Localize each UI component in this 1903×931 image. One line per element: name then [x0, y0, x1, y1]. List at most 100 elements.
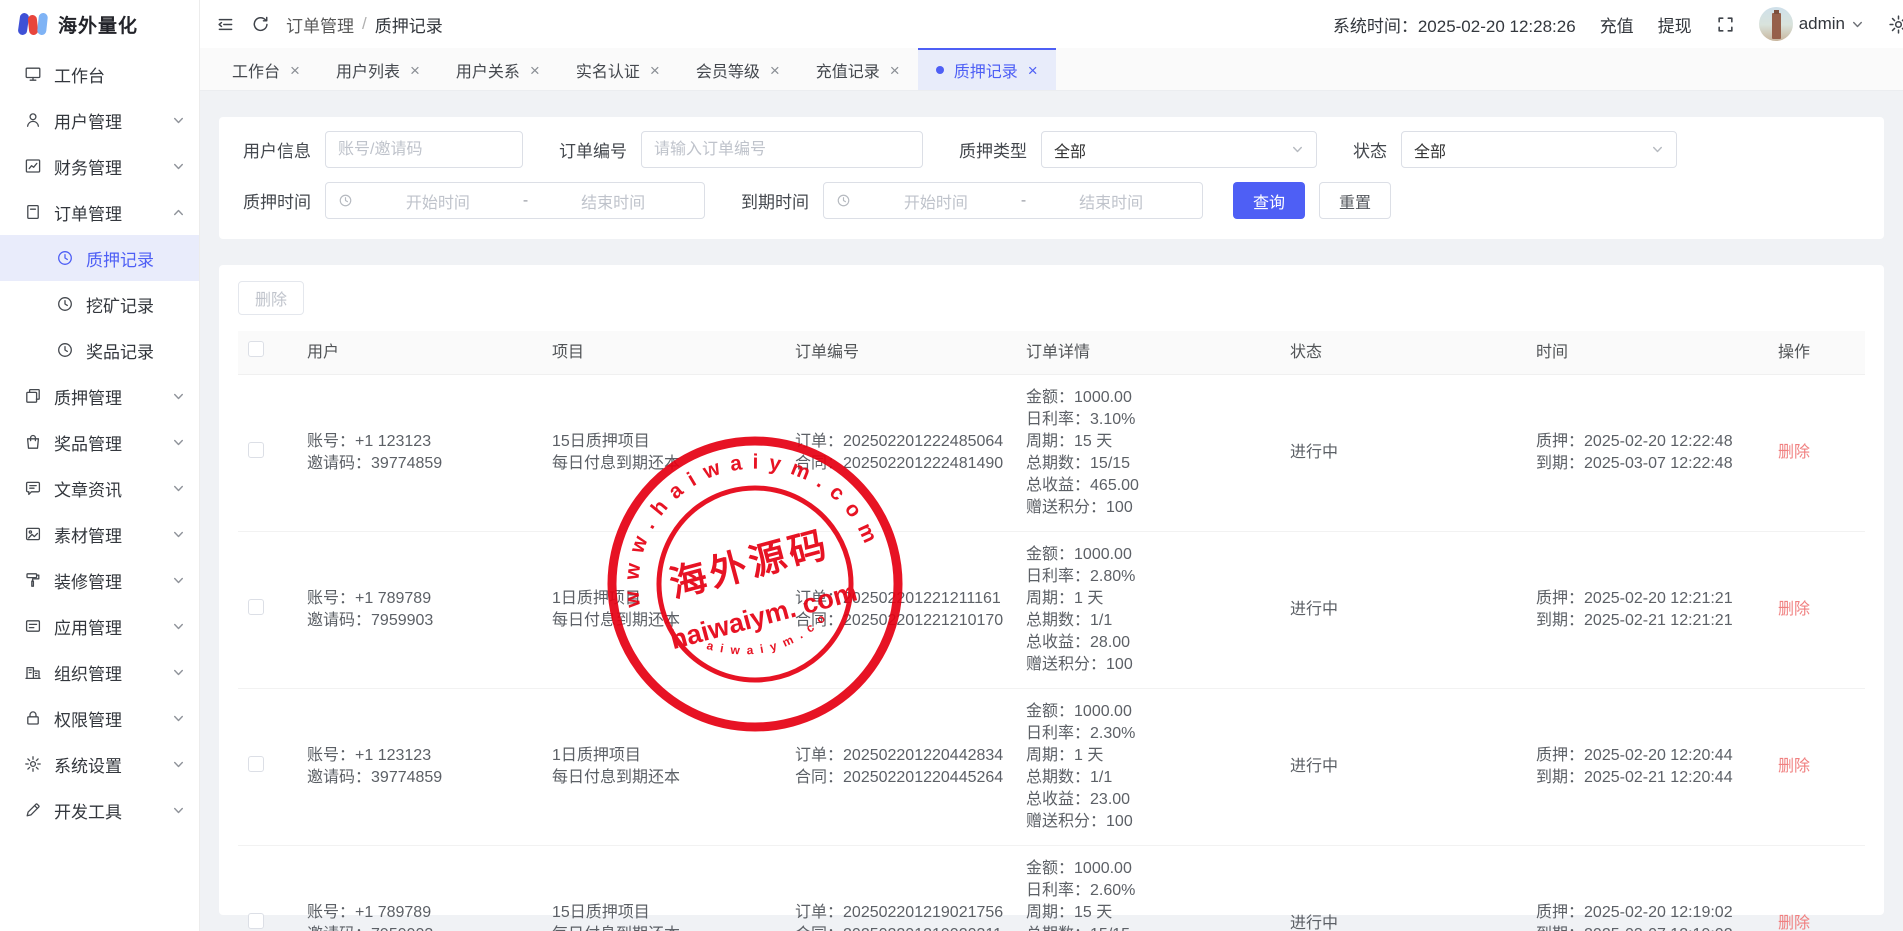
sidebar-item-user-mgmt[interactable]: 用户管理: [0, 97, 199, 143]
tab-label: 用户列表: [336, 58, 400, 82]
sidebar-item-pledge-records[interactable]: 质押记录: [0, 235, 199, 281]
sidebar-item-app-mgmt[interactable]: 应用管理: [0, 603, 199, 649]
pledge-time-end[interactable]: 结束时间: [534, 189, 692, 213]
close-icon[interactable]: ×: [530, 62, 540, 79]
query-button[interactable]: 查询: [1233, 182, 1305, 219]
project-cell: 15日质押项目 每日付息到期还本: [552, 431, 795, 475]
breadcrumb-level1[interactable]: 订单管理: [286, 12, 354, 37]
sidebar-item-system-settings[interactable]: 系统设置: [0, 741, 199, 787]
tab-user-list[interactable]: 用户列表 ×: [318, 48, 438, 90]
sidebar-item-decoration[interactable]: 装修管理: [0, 557, 199, 603]
pledge-time-range[interactable]: 开始时间 - 结束时间: [325, 182, 705, 219]
batch-delete-button[interactable]: 删除: [238, 281, 304, 315]
settings-gear-icon[interactable]: [1888, 14, 1903, 35]
user-cell: 账号：+1 789789 邀请码：7959903: [307, 902, 552, 931]
delete-row-link[interactable]: 删除: [1778, 601, 1810, 618]
sidebar-item-dev-tools[interactable]: 开发工具: [0, 787, 199, 833]
col-order-detail: 订单详情: [1026, 342, 1290, 364]
chevron-down-icon: [1651, 143, 1664, 156]
row-checkbox[interactable]: [248, 913, 264, 929]
sidebar: 海外量化 工作台 用户管理 财务管理 订单管理 质押记录 挖矿记录 奖品记录: [0, 0, 200, 931]
close-icon[interactable]: ×: [290, 62, 300, 79]
collapse-menu-icon[interactable]: [216, 15, 235, 34]
sidebar-item-org-mgmt[interactable]: 组织管理: [0, 649, 199, 695]
chevron-down-icon: [172, 482, 185, 495]
pledge-time-start[interactable]: 开始时间: [359, 189, 517, 213]
tab-user-relation[interactable]: 用户关系 ×: [438, 48, 558, 90]
user-cell: 账号：+1 123123 邀请码：39774859: [307, 745, 552, 789]
chevron-down-icon: [172, 620, 185, 633]
sidebar-item-workbench[interactable]: 工作台: [0, 51, 199, 97]
chevron-down-icon: [172, 712, 185, 725]
active-tab-dot: [936, 66, 944, 74]
tab-member-level[interactable]: 会员等级 ×: [678, 48, 798, 90]
close-icon[interactable]: ×: [890, 62, 900, 79]
sidebar-item-finance-mgmt[interactable]: 财务管理: [0, 143, 199, 189]
order-no-cell: 订单：202502201221211161 合同：202502201221210…: [795, 588, 1026, 632]
system-time-label: 系统时间：: [1333, 17, 1418, 36]
row-checkbox[interactable]: [248, 756, 264, 772]
row-checkbox[interactable]: [248, 599, 264, 615]
username: admin: [1799, 14, 1845, 34]
order-no-cell: 订单：202502201219021756 合同：202502201219020…: [795, 902, 1026, 931]
breadcrumb-separator: /: [362, 14, 367, 34]
appwin-icon: [24, 617, 42, 635]
fullscreen-icon[interactable]: [1716, 15, 1735, 34]
range-separator: -: [1015, 192, 1032, 210]
tab-pledge-records[interactable]: 质押记录 ×: [918, 48, 1056, 90]
clock-icon: [56, 249, 74, 267]
status-cell: 进行中: [1290, 913, 1536, 931]
sidebar-item-prize-records[interactable]: 奖品记录: [0, 327, 199, 373]
delete-row-link[interactable]: 删除: [1778, 444, 1810, 461]
expire-time-range[interactable]: 开始时间 - 结束时间: [823, 182, 1203, 219]
col-order-no: 订单编号: [795, 342, 1026, 364]
tab-label: 充值记录: [816, 58, 880, 82]
time-cell: 质押：2025-02-20 12:21:21 到期：2025-02-21 12:…: [1536, 588, 1778, 632]
sidebar-item-pledge-mgmt[interactable]: 质押管理: [0, 373, 199, 419]
select-all-checkbox[interactable]: [248, 341, 264, 357]
close-icon[interactable]: ×: [1028, 62, 1038, 79]
sidebar-item-permission-mgmt[interactable]: 权限管理: [0, 695, 199, 741]
order-no-cell: 订单：202502201220442834 合同：202502201220445…: [795, 745, 1026, 789]
order-no-input[interactable]: [641, 131, 923, 168]
time-cell: 质押：2025-02-20 12:19:02 到期：2025-03-07 12:…: [1536, 902, 1778, 931]
sidebar-item-prize-mgmt[interactable]: 奖品管理: [0, 419, 199, 465]
tab-recharge-records[interactable]: 充值记录 ×: [798, 48, 918, 90]
refresh-icon[interactable]: [251, 15, 270, 34]
status-select[interactable]: 全部: [1401, 131, 1677, 168]
delete-row-link[interactable]: 删除: [1778, 758, 1810, 775]
user-menu[interactable]: admin: [1759, 7, 1864, 41]
recharge-button[interactable]: 充值: [1600, 12, 1634, 37]
pen-icon: [24, 801, 42, 819]
tab-real-name-auth[interactable]: 实名认证 ×: [558, 48, 678, 90]
expire-time-start[interactable]: 开始时间: [857, 189, 1015, 213]
col-project: 项目: [552, 342, 795, 364]
bag-icon: [24, 433, 42, 451]
user-info-input[interactable]: [325, 131, 523, 168]
sidebar-item-materials[interactable]: 素材管理: [0, 511, 199, 557]
row-checkbox[interactable]: [248, 442, 264, 458]
sidebar-item-order-mgmt[interactable]: 订单管理: [0, 189, 199, 235]
system-time-value: 2025-02-20 12:28:26: [1418, 17, 1576, 36]
chevron-down-icon: [172, 114, 185, 127]
delete-row-link[interactable]: 删除: [1778, 915, 1810, 931]
withdraw-button[interactable]: 提现: [1658, 12, 1692, 37]
avatar[interactable]: [1759, 7, 1793, 41]
pledge-type-select[interactable]: 全部: [1041, 131, 1317, 168]
expire-time-end[interactable]: 结束时间: [1032, 189, 1190, 213]
building-icon: [24, 663, 42, 681]
sidebar-item-mining-records[interactable]: 挖矿记录: [0, 281, 199, 327]
chevron-down-icon: [172, 574, 185, 587]
close-icon[interactable]: ×: [410, 62, 420, 79]
tab-workbench[interactable]: 工作台 ×: [214, 48, 318, 90]
reset-button[interactable]: 重置: [1319, 182, 1391, 219]
close-icon[interactable]: ×: [650, 62, 660, 79]
table-row: 账号：+1 789789 邀请码：7959903 15日质押项目 每日付息到期还…: [238, 846, 1865, 931]
breadcrumb-level2: 质押记录: [375, 12, 443, 37]
sidebar-item-articles[interactable]: 文章资讯: [0, 465, 199, 511]
document-icon: [24, 203, 42, 221]
close-icon[interactable]: ×: [770, 62, 780, 79]
clock-icon: [836, 193, 851, 208]
chat-icon: [24, 479, 42, 497]
tab-label: 工作台: [232, 58, 280, 82]
